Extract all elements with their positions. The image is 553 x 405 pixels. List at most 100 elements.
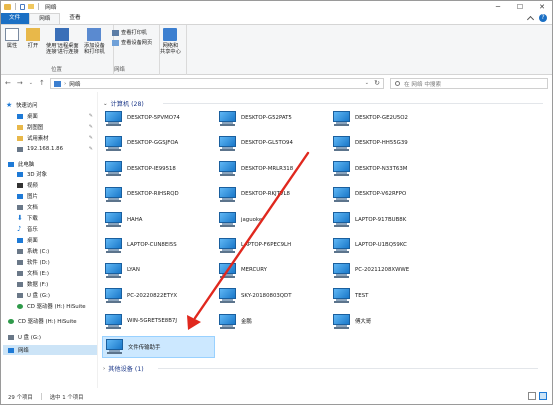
collapse-chevron-icon[interactable]: ⌄ [103, 101, 108, 107]
computer-name: HAHA [127, 216, 143, 223]
computer-item[interactable]: DESKTOP-MRLR318 [216, 158, 329, 180]
computer-item[interactable]: DESKTOP-GGSJFOA [102, 132, 215, 154]
drive-icon [17, 259, 23, 265]
computer-item[interactable]: DESKTOP-RIHSRQD [102, 183, 215, 205]
computer-item[interactable]: DESKTOP-IE99518 [102, 158, 215, 180]
nav-quick-access[interactable]: ★ 快速访问 [6, 100, 103, 110]
properties-label: 属性 [6, 43, 18, 49]
search-icon [395, 81, 400, 86]
nav-desktop-pinned[interactable]: 桌面 ✎ [17, 111, 97, 121]
computer-item[interactable]: LAPTOP-CUN8EI5S [102, 234, 215, 256]
computer-item[interactable]: 文件传输助手 [102, 335, 215, 358]
nav-cd-drive-h-root[interactable]: CD 驱动器 (H:) HiSuite [8, 316, 105, 326]
expand-chevron-icon[interactable]: › [103, 366, 105, 372]
search-input[interactable]: 在 网络 中搜索 [390, 78, 548, 89]
close-button[interactable]: ✕ [531, 0, 553, 13]
computer-icon [333, 313, 350, 329]
navigation-pane: ★ 快速访问 桌面 ✎ 刮图图 ✎ 试用素材 ✎ 192.168.1.86 ✎ … [0, 96, 97, 386]
nav-label: 网络 [18, 348, 29, 354]
breadcrumb-network[interactable]: 网络 [69, 80, 80, 88]
computer-icon [105, 110, 122, 126]
open-folder-icon [26, 28, 40, 41]
computer-item[interactable]: DESKTOP-HH55G39 [330, 132, 443, 154]
address-dropdown-icon[interactable]: ⌄ [365, 80, 369, 86]
computer-item[interactable]: 金鹏 [216, 310, 329, 332]
properties-quick-icon[interactable] [20, 3, 25, 10]
computer-item[interactable]: DESKTOP-5PVMO74 [102, 107, 215, 129]
pin-icon: ✎ [88, 135, 93, 141]
ribbon-tabs: 文件 网络 查看 ? [0, 13, 553, 24]
computer-item[interactable]: DESKTOP-RKJTVL8 [216, 183, 329, 205]
maximize-button[interactable]: ☐ [509, 0, 531, 13]
nav-ip-pinned[interactable]: 192.168.1.86 ✎ [17, 144, 97, 154]
computer-item[interactable]: LAPTOP-917BUB8K [330, 209, 443, 231]
network-icon [8, 347, 14, 353]
address-field[interactable]: › 网络 ⌄ ↻ [50, 78, 384, 89]
computer-icon [333, 288, 350, 304]
history-chevron-icon[interactable]: ⌄ [29, 80, 33, 87]
tab-file[interactable]: 文件 [0, 13, 30, 24]
up-arrow-icon[interactable]: ↑ [39, 79, 45, 87]
ribbon: 属性 打开 使用'远程桌面 连接'进行连接 位置 添加设备 和打印机 查看打印机… [0, 24, 553, 75]
nav-label: 视频 [27, 183, 38, 189]
tiles-view-icon[interactable] [539, 392, 547, 400]
computer-icon [219, 262, 236, 278]
nav-this-pc[interactable]: 此电脑 [8, 159, 105, 169]
computer-item[interactable]: TEST [330, 285, 443, 307]
forward-arrow-icon[interactable]: → [17, 79, 23, 87]
nav-label: CD 驱动器 (H:) HiSuite [27, 304, 86, 310]
computer-icon [333, 237, 350, 253]
help-icon[interactable]: ? [539, 14, 547, 22]
divider [15, 3, 16, 10]
computer-item[interactable]: LAPTOP-F6PEC9LH [216, 234, 329, 256]
computer-item[interactable]: HAHA [102, 209, 215, 231]
nav-network[interactable]: 网络 [3, 345, 97, 355]
nav-materials-pinned[interactable]: 试用素材 ✎ [17, 133, 97, 143]
open-button[interactable]: 打开 [26, 28, 40, 49]
computer-item[interactable]: 傅大哥 [330, 310, 443, 332]
computer-icon [219, 186, 236, 202]
computer-name: LAPTOP-U1BQ59KC [355, 242, 407, 248]
computer-item[interactable]: WIN-5GRET5E8B7J [102, 310, 215, 332]
computer-name: 文件传输助手 [128, 344, 161, 351]
computer-item[interactable]: SKY-20180803QDT [216, 285, 329, 307]
nav-pictures-pinned[interactable]: 刮图图 ✎ [17, 122, 97, 132]
nav-label: 音乐 [27, 227, 38, 233]
computer-item[interactable]: DESKTOP-V62RFPO [330, 183, 443, 205]
refresh-icon[interactable]: ↻ [374, 79, 380, 87]
back-arrow-icon[interactable]: ← [5, 79, 11, 87]
computer-item[interactable]: jaguoke [216, 209, 329, 231]
collapse-ribbon-icon[interactable] [526, 15, 535, 24]
drive-icon [17, 270, 23, 276]
computer-name: DESKTOP-V62RFPO [355, 191, 407, 198]
computer-item[interactable]: DESKTOP-GE2U5O2 [330, 107, 443, 129]
tab-view[interactable]: 查看 [60, 13, 89, 24]
computer-item[interactable]: DESKTOP-GL5TO94 [216, 132, 329, 154]
nav-label: U 盘 (G:) [18, 335, 41, 341]
computer-name: LYAN [127, 267, 140, 274]
computer-name: 金鹏 [241, 319, 252, 326]
tab-network[interactable]: 网络 [29, 13, 61, 24]
nav-drive-g-root[interactable]: U 盘 (G:) [8, 332, 105, 342]
minimize-button[interactable]: ─ [487, 0, 509, 13]
new-folder-quick-icon[interactable] [28, 4, 34, 9]
computer-item[interactable]: MERCURY [216, 259, 329, 281]
computer-item[interactable]: LAPTOP-U1BQ59KC [330, 234, 443, 256]
computer-item[interactable]: LYAN [102, 259, 215, 281]
network-sharing-center-button[interactable]: 网络和 共享中心 [160, 28, 181, 55]
remote-desktop-button[interactable]: 使用'远程桌面 连接'进行连接 [46, 28, 79, 55]
properties-button[interactable]: 属性 [5, 28, 19, 49]
computer-item[interactable]: PC-20220822ETYX [102, 285, 215, 307]
title-bar: 网络 ─ ☐ ✕ [0, 0, 553, 13]
computer-item[interactable]: DESKTOP-N33T63M [330, 158, 443, 180]
computer-item[interactable]: DESKTOP-G52PAT5 [216, 107, 329, 129]
computer-icon [219, 110, 236, 126]
folder-icon [17, 135, 23, 141]
details-view-icon[interactable] [528, 392, 536, 400]
computer-item[interactable]: PC-20211208XWWE [330, 259, 443, 281]
computer-icon [105, 288, 122, 304]
group-header-other-devices[interactable]: › 其他设备 (1) [103, 364, 538, 373]
nav-label: 桌面 [27, 238, 38, 244]
computer-name: DESKTOP-HH55G39 [355, 140, 408, 147]
desktop-icon [17, 237, 23, 243]
